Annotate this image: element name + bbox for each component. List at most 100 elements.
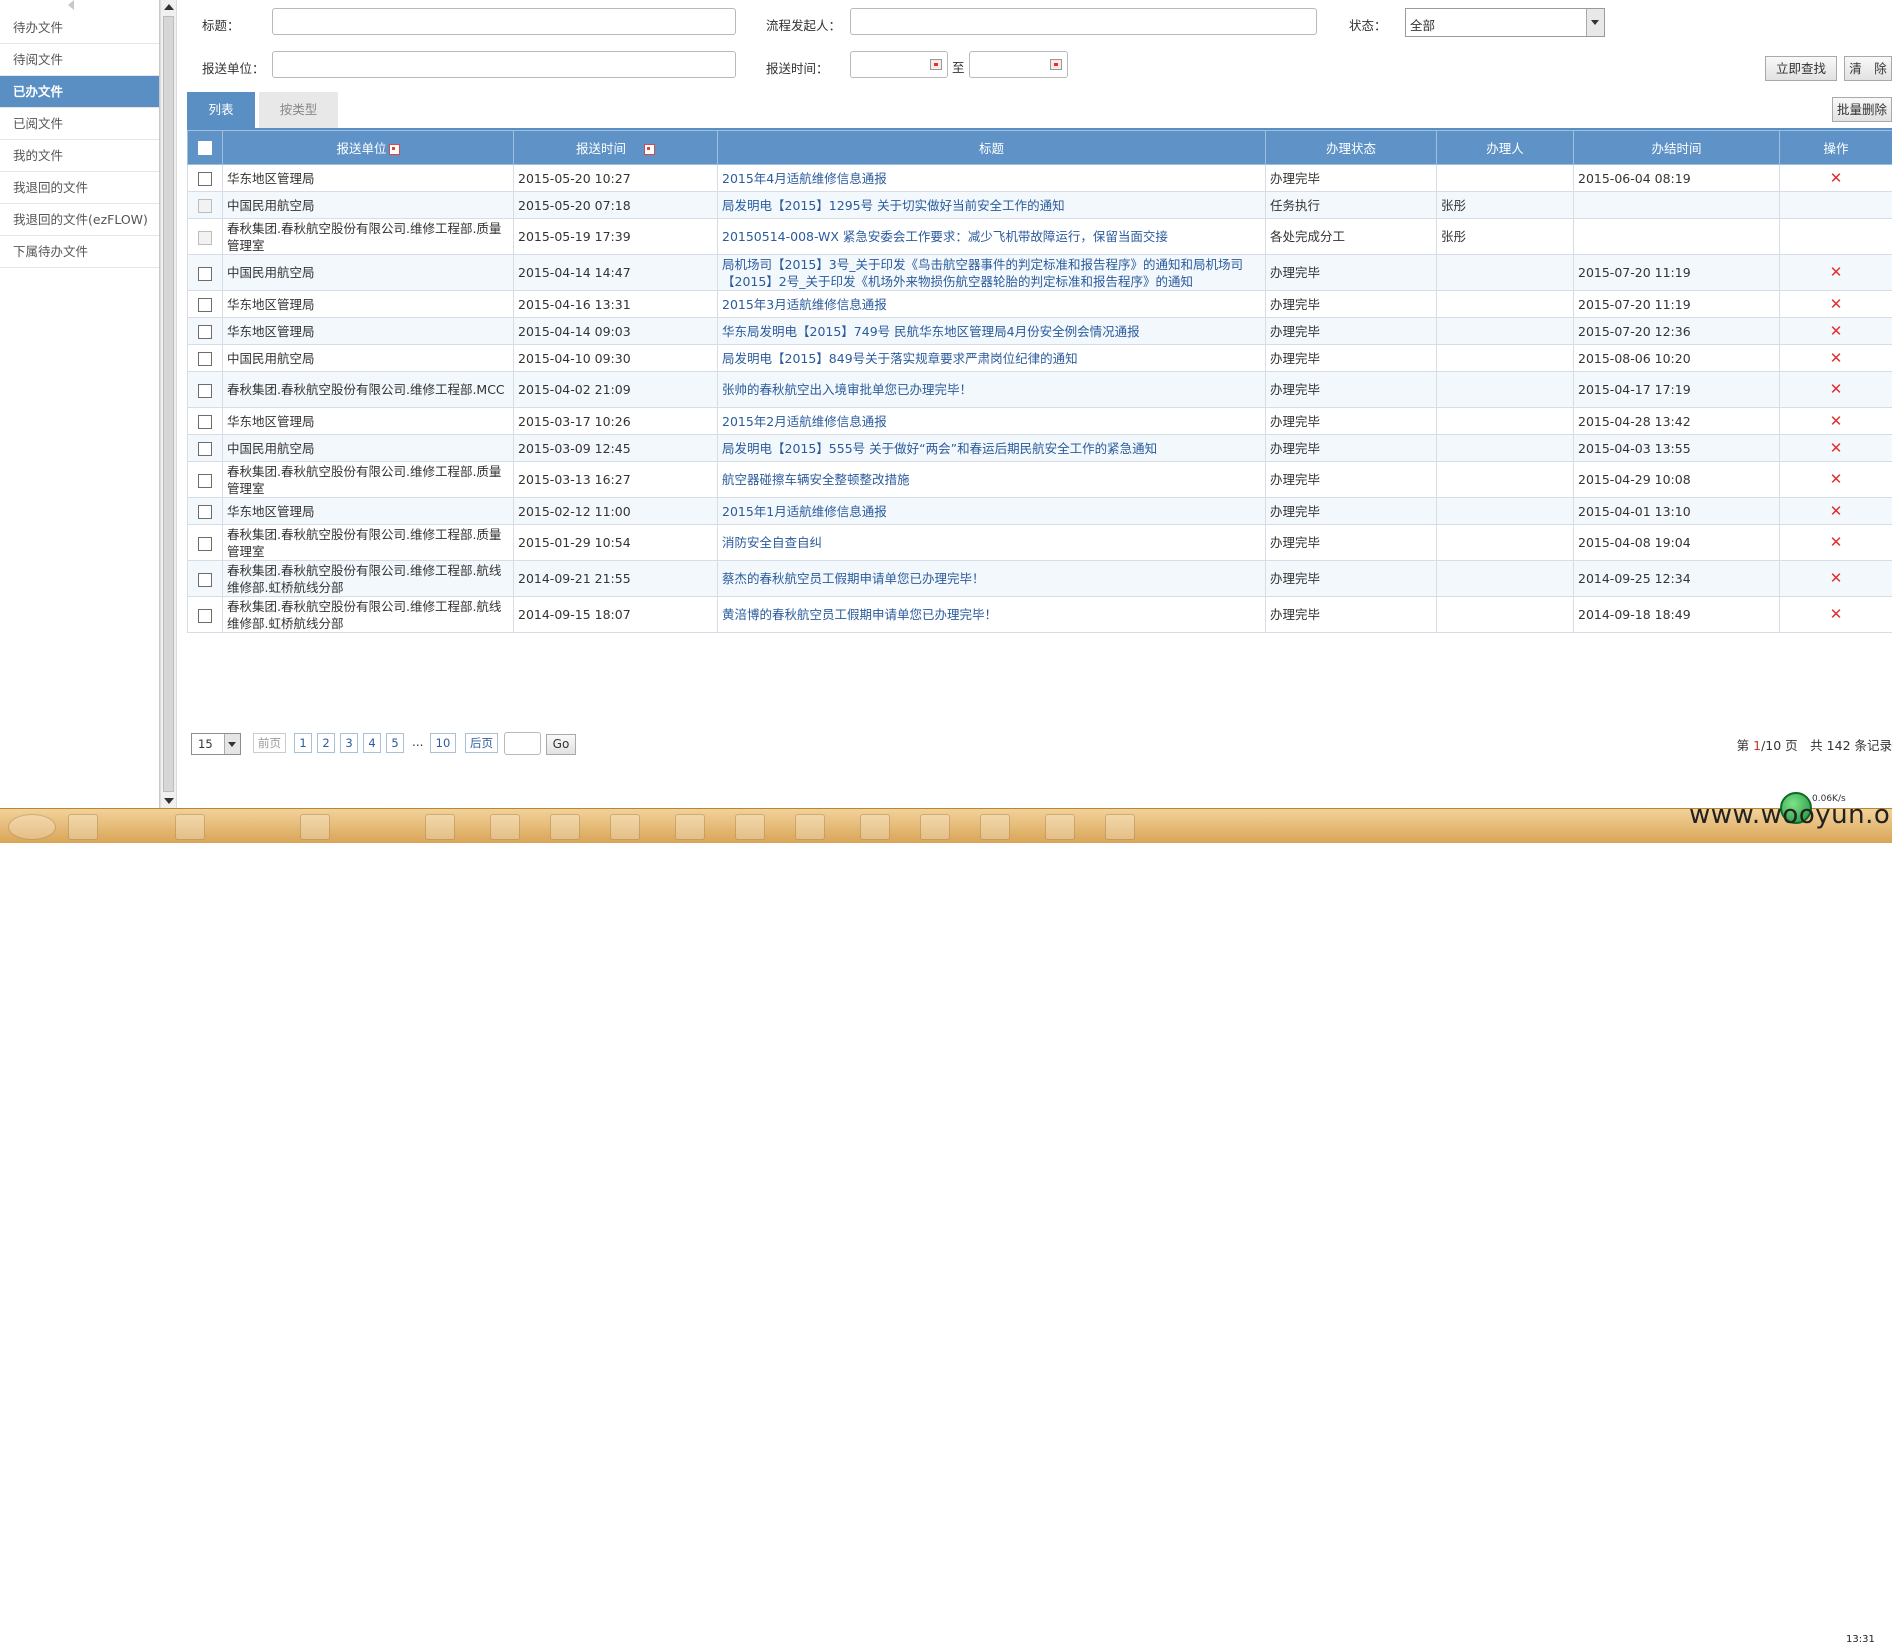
sidebar-item[interactable]: 已办文件 <box>0 76 159 108</box>
row-checkbox[interactable] <box>198 442 212 456</box>
delete-icon[interactable]: ✕ <box>1830 349 1843 367</box>
sort-icon[interactable] <box>389 144 400 155</box>
row-checkbox[interactable] <box>198 505 212 519</box>
row-checkbox[interactable] <box>198 384 212 398</box>
taskbar-app-icon[interactable] <box>795 814 825 840</box>
row-checkbox[interactable] <box>198 325 212 339</box>
document-title-link[interactable]: 消防安全自查自纠 <box>722 535 822 550</box>
clear-button[interactable]: 清 除 <box>1844 56 1892 81</box>
page-link[interactable]: 1 <box>294 733 312 753</box>
delete-icon[interactable]: ✕ <box>1830 439 1843 457</box>
document-title-link[interactable]: 航空器碰擦车辆安全整顿整改措施 <box>722 472 910 487</box>
document-title-link[interactable]: 局发明电【2015】555号 关于做好“两会”和春运后期民航安全工作的紧急通知 <box>722 441 1157 456</box>
delete-icon[interactable]: ✕ <box>1830 412 1843 430</box>
chevron-down-icon[interactable] <box>1586 9 1604 36</box>
go-button[interactable]: Go <box>546 734 576 755</box>
sidebar-item[interactable]: 已阅文件 <box>0 108 159 140</box>
document-title-link[interactable]: 2015年1月适航维修信息通报 <box>722 504 887 519</box>
page-link[interactable]: 2 <box>317 733 335 753</box>
goto-page-input[interactable] <box>504 732 541 755</box>
collapse-sidebar-arrow[interactable] <box>0 0 159 12</box>
chevron-left-icon[interactable] <box>68 0 74 10</box>
taskbar-app-icon[interactable] <box>1045 814 1075 840</box>
tab-list[interactable]: 列表 <box>187 92 255 128</box>
column-header-time[interactable]: 报送时间 <box>514 131 718 165</box>
delete-icon[interactable]: ✕ <box>1830 295 1843 313</box>
taskbar-app-icon[interactable] <box>675 814 705 840</box>
sidebar-item[interactable]: 待办文件 <box>0 12 159 44</box>
document-title-link[interactable]: 2015年4月适航维修信息通报 <box>722 171 887 186</box>
unit-filter-input[interactable] <box>272 51 736 78</box>
page-link[interactable]: 3 <box>340 733 358 753</box>
chevron-down-icon[interactable] <box>224 734 240 754</box>
delete-icon[interactable]: ✕ <box>1830 605 1843 623</box>
delete-icon[interactable]: ✕ <box>1830 169 1843 187</box>
document-title-link[interactable]: 局机场司【2015】3号_关于印发《鸟击航空器事件的判定标准和报告程序》的通知和… <box>722 257 1243 289</box>
taskbar-app-icon[interactable] <box>300 814 330 840</box>
batch-delete-button[interactable]: 批量删除 <box>1832 97 1892 122</box>
select-all-checkbox[interactable] <box>198 141 212 155</box>
taskbar-app-icon[interactable] <box>860 814 890 840</box>
document-title-link[interactable]: 蔡杰的春秋航空员工假期申请单您已办理完毕！ <box>722 571 985 586</box>
taskbar-app-icon[interactable] <box>175 814 205 840</box>
row-checkbox[interactable] <box>198 537 212 551</box>
sidebar-item[interactable]: 下属待办文件 <box>0 236 159 268</box>
scrollbar-thumb[interactable] <box>163 16 174 792</box>
row-checkbox[interactable] <box>198 298 212 312</box>
vertical-scrollbar[interactable] <box>160 0 177 808</box>
next-page-button[interactable]: 后页 <box>465 733 498 753</box>
document-title-link[interactable]: 局发明电【2015】1295号 关于切实做好当前安全工作的通知 <box>722 198 1065 213</box>
delete-icon[interactable]: ✕ <box>1830 502 1843 520</box>
scroll-up-icon[interactable] <box>164 4 174 10</box>
time-to-input[interactable] <box>969 51 1068 78</box>
taskbar-app-icon[interactable] <box>1105 814 1135 840</box>
taskbar-app-icon[interactable] <box>735 814 765 840</box>
sidebar-item[interactable]: 待阅文件 <box>0 44 159 76</box>
scroll-down-icon[interactable] <box>164 798 174 804</box>
document-title-link[interactable]: 2015年3月适航维修信息通报 <box>722 297 887 312</box>
delete-icon[interactable]: ✕ <box>1830 380 1843 398</box>
delete-icon[interactable]: ✕ <box>1830 569 1843 587</box>
taskbar-app-icon[interactable] <box>490 814 520 840</box>
page-size-select[interactable]: 15 <box>191 733 241 755</box>
taskbar-app-icon[interactable] <box>980 814 1010 840</box>
delete-icon[interactable]: ✕ <box>1830 533 1843 551</box>
row-checkbox[interactable] <box>198 415 212 429</box>
tab-by-type[interactable]: 按类型 <box>259 92 338 128</box>
taskbar-app-icon[interactable] <box>550 814 580 840</box>
row-checkbox[interactable] <box>198 267 212 281</box>
document-title-link[interactable]: 2015年2月适航维修信息通报 <box>722 414 887 429</box>
page-link[interactable]: 10 <box>430 733 456 753</box>
status-select[interactable]: 全部 <box>1405 8 1605 37</box>
document-title-link[interactable]: 黄涪博的春秋航空员工假期申请单您已办理完毕！ <box>722 607 997 622</box>
row-checkbox[interactable] <box>198 609 212 623</box>
column-header-unit[interactable]: 报送单位 <box>223 131 514 165</box>
sort-icon[interactable] <box>644 144 655 155</box>
document-title-link[interactable]: 局发明电【2015】849号关于落实规章要求严肃岗位纪律的通知 <box>722 351 1078 366</box>
prev-page-button[interactable]: 前页 <box>253 733 286 753</box>
initiator-filter-input[interactable] <box>850 8 1317 35</box>
row-checkbox[interactable] <box>198 172 212 186</box>
sidebar-item[interactable]: 我退回的文件 <box>0 172 159 204</box>
taskbar-app-icon[interactable] <box>920 814 950 840</box>
document-title-link[interactable]: 张帅的春秋航空出入境审批单您已办理完毕！ <box>722 382 972 397</box>
calendar-icon[interactable] <box>1050 59 1062 70</box>
search-button[interactable]: 立即查找 <box>1765 56 1837 81</box>
delete-icon[interactable]: ✕ <box>1830 470 1843 488</box>
page-link[interactable]: 4 <box>363 733 381 753</box>
document-title-link[interactable]: 20150514-008-WX 紧急安委会工作要求：减少飞机带故障运行，保留当面… <box>722 229 1168 244</box>
taskbar-app-icon[interactable] <box>610 814 640 840</box>
row-checkbox[interactable] <box>198 573 212 587</box>
row-checkbox[interactable] <box>198 474 212 488</box>
page-link[interactable]: 5 <box>386 733 404 753</box>
taskbar-app-icon[interactable] <box>425 814 455 840</box>
row-checkbox[interactable] <box>198 352 212 366</box>
taskbar-app-icon[interactable] <box>68 814 98 840</box>
delete-icon[interactable]: ✕ <box>1830 263 1843 281</box>
time-from-input[interactable] <box>850 51 948 78</box>
start-button[interactable] <box>8 814 56 840</box>
document-title-link[interactable]: 华东局发明电【2015】749号 民航华东地区管理局4月份安全例会情况通报 <box>722 324 1140 339</box>
calendar-icon[interactable] <box>930 59 942 70</box>
sidebar-item[interactable]: 我的文件 <box>0 140 159 172</box>
title-filter-input[interactable] <box>272 8 736 35</box>
